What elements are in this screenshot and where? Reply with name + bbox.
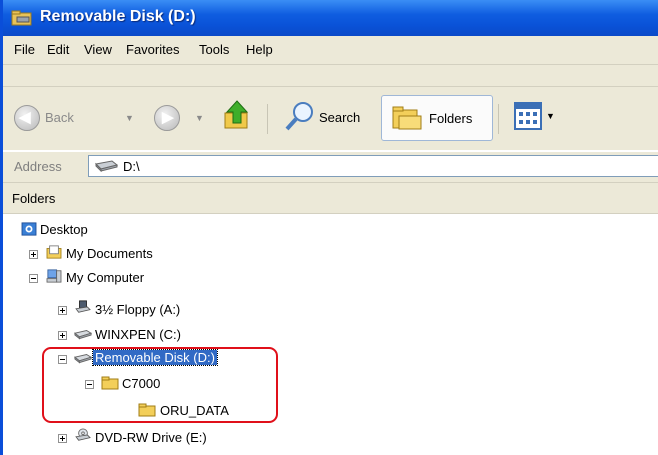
tree-item-desktop[interactable]: Desktop bbox=[20, 220, 220, 240]
desktop-icon bbox=[21, 222, 37, 236]
tree-item-dvd-rw[interactable]: DVD-RW Drive (E:) bbox=[58, 428, 278, 448]
floppy-drive-icon bbox=[75, 300, 91, 313]
my-documents-icon bbox=[46, 245, 62, 259]
toolbar-separator bbox=[498, 104, 499, 134]
back-button[interactable]: ◀ bbox=[14, 105, 40, 131]
expand-icon[interactable] bbox=[58, 434, 67, 443]
folders-icon bbox=[392, 106, 422, 130]
up-folder-icon[interactable] bbox=[222, 99, 252, 131]
expand-icon[interactable] bbox=[58, 331, 67, 340]
tree-item-my-documents[interactable]: My Documents bbox=[29, 244, 229, 264]
forward-dropdown-icon[interactable]: ▼ bbox=[195, 113, 204, 123]
address-label: Address bbox=[14, 159, 62, 174]
tree-label: DVD-RW Drive (E:) bbox=[95, 430, 207, 445]
removable-drive-icon bbox=[94, 160, 118, 172]
window-title: Removable Disk (D:) bbox=[40, 8, 196, 25]
menu-file[interactable]: File bbox=[14, 42, 35, 57]
address-bar: Address D:\ bbox=[3, 151, 658, 183]
toolbar-separator bbox=[267, 104, 268, 134]
highlight-annotation bbox=[42, 347, 278, 423]
tree-label: My Documents bbox=[66, 246, 153, 261]
title-bar[interactable]: Removable Disk (D:) bbox=[3, 0, 658, 36]
back-label: Back bbox=[45, 110, 74, 125]
tree-label: WINXPEN (C:) bbox=[95, 327, 181, 342]
tree-item-my-computer[interactable]: My Computer bbox=[29, 268, 229, 288]
explorer-window: Removable Disk (D:) File Edit View Favor… bbox=[0, 0, 658, 455]
forward-button[interactable]: ▶ bbox=[154, 105, 180, 131]
toolbar-divider bbox=[3, 86, 658, 87]
expand-icon[interactable] bbox=[29, 250, 38, 259]
drive-folder-icon bbox=[11, 10, 32, 26]
expand-icon[interactable] bbox=[58, 306, 67, 315]
tree-item-winxpen[interactable]: WINXPEN (C:) bbox=[58, 325, 258, 345]
address-value: D:\ bbox=[123, 159, 140, 174]
search-icon[interactable] bbox=[284, 100, 316, 132]
folders-pane-title: Folders bbox=[12, 191, 56, 206]
menu-bar: File Edit View Favorites Tools Help bbox=[3, 36, 658, 65]
dvd-drive-icon bbox=[75, 428, 91, 441]
views-icon bbox=[514, 102, 542, 130]
back-arrow-icon: ◀ bbox=[19, 109, 31, 126]
collapse-icon[interactable] bbox=[29, 274, 38, 283]
tree-label: Desktop bbox=[40, 222, 88, 237]
address-input[interactable]: D:\ bbox=[88, 155, 658, 177]
menu-help[interactable]: Help bbox=[246, 42, 273, 57]
tree-label: 3½ Floppy (A:) bbox=[95, 302, 181, 317]
menu-edit[interactable]: Edit bbox=[47, 42, 69, 57]
folders-button[interactable]: Folders bbox=[381, 95, 493, 141]
views-button[interactable]: ▼ bbox=[507, 99, 559, 135]
tree-label: My Computer bbox=[66, 270, 145, 285]
folders-pane-header: Folders bbox=[3, 183, 658, 214]
back-dropdown-icon[interactable]: ▼ bbox=[125, 113, 134, 123]
menu-tools[interactable]: Tools bbox=[199, 42, 229, 57]
menu-view[interactable]: View bbox=[84, 42, 112, 57]
toolbar bbox=[3, 65, 658, 150]
views-dropdown-icon: ▼ bbox=[546, 111, 555, 121]
menu-favorites[interactable]: Favorites bbox=[126, 42, 179, 57]
search-label[interactable]: Search bbox=[319, 110, 360, 125]
folders-label: Folders bbox=[429, 111, 473, 126]
tree-item-floppy[interactable]: 3½ Floppy (A:) bbox=[58, 300, 258, 320]
my-computer-icon bbox=[46, 269, 62, 283]
hard-drive-icon bbox=[74, 330, 92, 340]
forward-arrow-icon: ▶ bbox=[162, 109, 174, 126]
